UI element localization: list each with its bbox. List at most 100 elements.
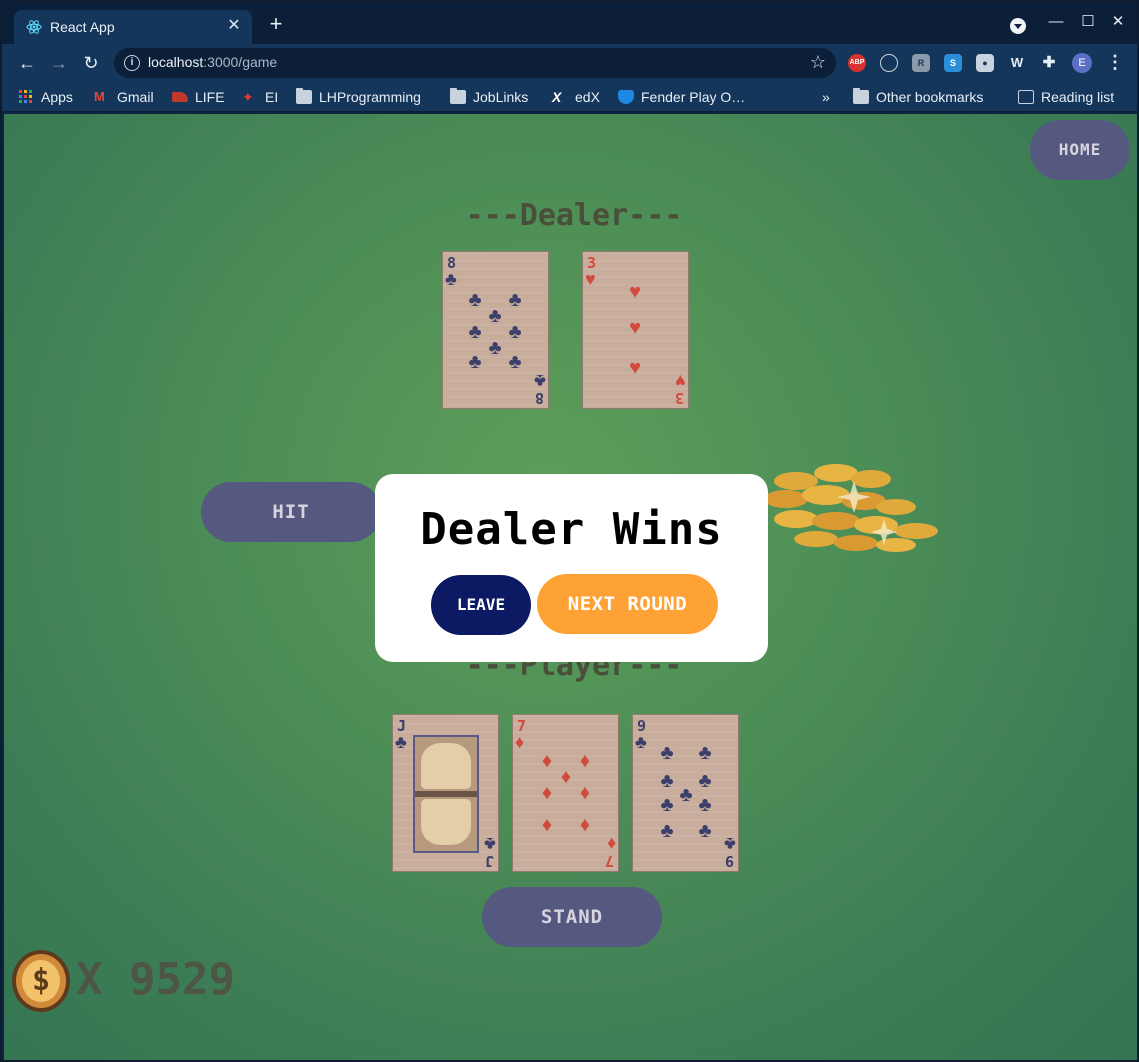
club-icon: ♣ (724, 834, 736, 854)
club-icon: ♣ (660, 794, 674, 816)
globe-icon[interactable] (880, 54, 898, 72)
jack-face-icon (413, 735, 479, 853)
bookmark-joblinks[interactable]: JobLinks (450, 87, 528, 107)
home-button[interactable]: HOME (1030, 120, 1130, 180)
money-prefix: X (76, 954, 103, 1005)
browser-menu-icon[interactable]: ⋮ (1106, 52, 1124, 73)
diamond-icon: ♦ (541, 750, 553, 772)
diamond-icon: ♦ (515, 732, 525, 752)
dealer-title: ---Dealer--- (465, 198, 683, 233)
club-icon: ♣ (395, 732, 407, 752)
extension-s-icon[interactable]: S (944, 54, 962, 72)
bookmark-label: EI (265, 89, 279, 105)
heart-icon: ♥ (675, 371, 686, 391)
jack-portrait-bottom (421, 799, 471, 845)
hit-button[interactable]: HIT (201, 482, 381, 542)
next-round-button[interactable]: NEXT ROUND (537, 574, 718, 634)
card-rank: 9 (724, 852, 734, 870)
card-rank: 8 (447, 254, 457, 272)
bookmark-fender-play[interactable]: Fender Play O… (618, 87, 745, 107)
club-icon: ♣ (508, 289, 522, 311)
card-rank: 3 (587, 254, 597, 272)
bookmark-label: Apps (41, 89, 73, 105)
bookmark-other[interactable]: Other bookmarks (853, 87, 983, 107)
bookmark-lhprogramming[interactable]: LHProgramming (296, 87, 421, 107)
diamond-icon: ♦ (579, 814, 591, 836)
club-icon: ♣ (635, 732, 647, 752)
bookmark-gmail[interactable]: M Gmail (94, 87, 154, 107)
extension-w-icon[interactable]: W (1008, 54, 1026, 72)
tab-close-icon[interactable]: ✕ (224, 16, 244, 36)
extensions-puzzle-icon[interactable]: ✚ (1040, 54, 1058, 72)
jack-portrait-top (421, 743, 471, 789)
diamond-icon: ♦ (541, 782, 553, 804)
heart-icon: ♥ (629, 317, 641, 339)
fender-shield-icon (618, 90, 634, 104)
close-window-icon[interactable]: ✕ (1108, 12, 1128, 32)
reload-icon[interactable]: ↻ (80, 52, 102, 74)
club-icon: ♣ (660, 770, 674, 792)
forward-arrow-icon[interactable]: → (48, 52, 70, 74)
profile-avatar[interactable]: E (1072, 53, 1092, 73)
heart-icon: ♥ (629, 281, 641, 303)
boot-icon (172, 92, 188, 102)
club-icon: ♣ (508, 351, 522, 373)
browser-toolbar: ← → ↻ i localhost:3000/game ☆ ABP R S ● … (2, 44, 1137, 82)
card-rank: J (397, 717, 407, 735)
card-rank: 7 (517, 717, 527, 735)
dealer-card: 3 ♥ ♥ ♥ ♥ ♥ 3 (582, 251, 689, 409)
bookmark-star-icon[interactable]: ☆ (810, 52, 826, 73)
adblock-icon[interactable]: ABP (848, 54, 866, 72)
bookmark-edx[interactable]: X edX (552, 87, 600, 107)
club-icon: ♣ (698, 820, 712, 842)
club-icon: ♣ (679, 784, 693, 806)
dollar-coin-icon: $ (12, 950, 70, 1012)
tab-strip: React App ✕ + — ☐ ✕ (2, 2, 1137, 44)
bookmark-label: Gmail (117, 89, 154, 105)
bookmarks-overflow[interactable]: » (822, 87, 830, 107)
extension-bulb-icon[interactable]: ● (976, 54, 994, 72)
diamond-icon: ♦ (560, 766, 572, 788)
club-icon: ♣ (468, 321, 482, 343)
bookmark-ei[interactable]: ✦ EI (242, 87, 278, 107)
tab-search-icon[interactable] (1010, 18, 1026, 34)
dealer-card: 8 ♣ ♣ ♣ ♣ ♣ ♣ ♣ ♣ ♣ ♣ 8 (442, 251, 549, 409)
react-icon (26, 20, 42, 34)
url-text: localhost:3000/game (148, 54, 277, 70)
bookmark-life[interactable]: LIFE (172, 87, 225, 107)
reading-list-icon (1018, 90, 1034, 104)
stand-button[interactable]: STAND (482, 887, 662, 947)
minimize-icon[interactable]: — (1046, 12, 1066, 32)
jack-divider (415, 791, 477, 797)
tab-react-app[interactable]: React App ✕ (14, 10, 252, 44)
player-card: 7 ♦ ♦ ♦ ♦ ♦ ♦ ♦ ♦ ♦ 7 (512, 714, 619, 872)
heart-icon: ♥ (629, 357, 641, 379)
gmail-icon: M (94, 89, 105, 104)
player-card: J ♣ ♣ J (392, 714, 499, 872)
club-icon: ♣ (508, 321, 522, 343)
bookmark-apps[interactable]: Apps (18, 87, 73, 107)
back-arrow-icon[interactable]: ← (16, 52, 38, 74)
maximize-icon[interactable]: ☐ (1078, 12, 1098, 32)
bookmark-label: edX (575, 89, 600, 105)
maple-leaf-icon: ✦ (242, 89, 254, 105)
reading-list[interactable]: Reading list (1018, 87, 1114, 107)
player-card: 9 ♣ ♣ ♣ ♣ ♣ ♣ ♣ ♣ ♣ ♣ ♣ 9 (632, 714, 739, 872)
club-icon: ♣ (698, 770, 712, 792)
result-modal: Dealer Wins LEAVE NEXT ROUND (375, 474, 768, 662)
site-info-icon[interactable]: i (124, 55, 140, 71)
club-icon: ♣ (698, 794, 712, 816)
leave-button[interactable]: LEAVE (431, 575, 531, 635)
bookmark-label: LHProgramming (319, 89, 421, 105)
address-bar[interactable]: i localhost:3000/game ☆ (114, 48, 836, 78)
card-rank: 3 (674, 389, 684, 407)
club-icon: ♣ (488, 305, 502, 327)
card-rank: 8 (534, 389, 544, 407)
new-tab-button[interactable]: + (264, 13, 288, 35)
diamond-icon: ♦ (606, 834, 616, 854)
card-rank: J (484, 852, 494, 870)
diamond-icon: ♦ (579, 750, 591, 772)
extension-r-icon[interactable]: R (912, 54, 930, 72)
tab-title: React App (50, 19, 115, 35)
reading-list-label: Reading list (1041, 89, 1115, 105)
